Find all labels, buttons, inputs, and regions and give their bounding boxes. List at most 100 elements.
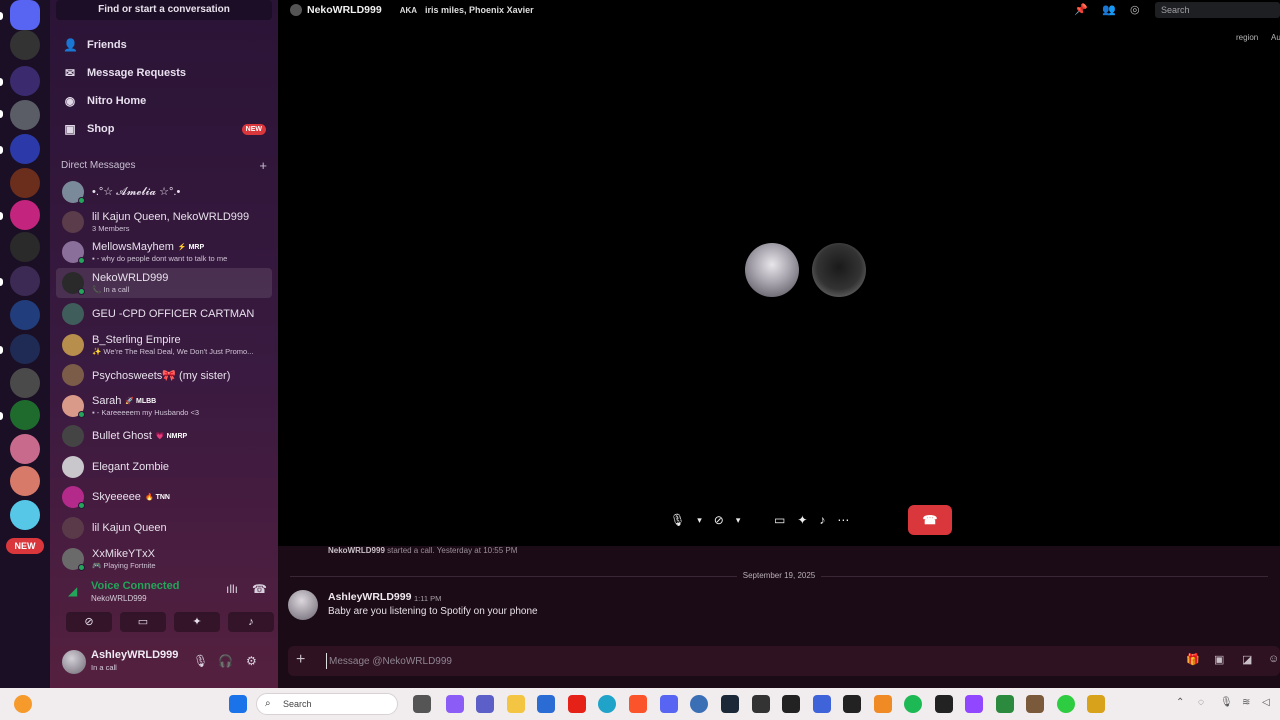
copilot-icon[interactable]: [446, 695, 464, 713]
add-friend-icon[interactable]: 👥: [1102, 3, 1116, 16]
camera-off-icon[interactable]: ⊘: [714, 513, 724, 527]
app-icon[interactable]: [782, 695, 800, 713]
profile-icon[interactable]: ◎: [1130, 3, 1140, 16]
server-icon[interactable]: [10, 232, 40, 262]
app-icon[interactable]: [813, 695, 831, 713]
network-icon[interactable]: ◌: [1198, 697, 1204, 708]
message-avatar[interactable]: [288, 590, 318, 620]
discord-home-icon[interactable]: [10, 0, 40, 30]
dm-item[interactable]: lil Kajun Queen: [56, 513, 272, 543]
voice-status[interactable]: Voice Connected: [91, 580, 179, 592]
file-explorer-icon[interactable]: [507, 695, 525, 713]
server-icon[interactable]: [10, 168, 40, 198]
server-icon[interactable]: [10, 66, 40, 96]
wifi-icon[interactable]: ≋: [1242, 697, 1250, 708]
chevron-down-icon[interactable]: ▾: [697, 515, 702, 526]
dm-item[interactable]: •.°☆ 𝓐𝓶𝓮𝓵𝓲𝓪 ☆°.•: [56, 177, 272, 207]
camera-button[interactable]: ⊘: [66, 612, 112, 632]
activity-button[interactable]: ✦: [174, 612, 220, 632]
participant-avatar[interactable]: [745, 243, 799, 297]
message-author[interactable]: AshleyWRLD999: [328, 591, 411, 603]
dm-item[interactable]: Bullet Ghost 💗 NMRP: [56, 421, 272, 451]
app-icon[interactable]: [874, 695, 892, 713]
attach-icon[interactable]: +: [296, 652, 305, 668]
dm-item[interactable]: lil Kajun Queen, NekoWRLD999 3 Members: [56, 207, 272, 237]
dm-item-selected[interactable]: NekoWRLD999 📞 In a call: [56, 268, 272, 298]
server-icon[interactable]: [10, 500, 40, 530]
widgets-icon[interactable]: [14, 695, 32, 713]
app-icon[interactable]: [752, 695, 770, 713]
minecraft-icon[interactable]: [1026, 695, 1044, 713]
region-value[interactable]: Au: [1271, 33, 1280, 42]
spotify-icon[interactable]: [904, 695, 922, 713]
signal-icon[interactable]: ◢: [68, 584, 77, 598]
taskbar-search[interactable]: ⌕ Search: [256, 693, 398, 715]
settings-icon[interactable]: ⚙: [246, 654, 257, 668]
noise-suppression-icon[interactable]: ıllı: [226, 582, 238, 596]
participant-avatar[interactable]: [812, 243, 866, 297]
chevron-down-icon[interactable]: ▾: [736, 515, 741, 526]
microphone-icon[interactable]: 🎙: [670, 513, 685, 527]
end-call-button[interactable]: ☎: [908, 505, 952, 535]
sticker-icon[interactable]: ◪: [1242, 653, 1252, 666]
voice-channel[interactable]: NekoWRLD999: [91, 594, 147, 603]
task-view-icon[interactable]: [413, 695, 431, 713]
dm-item[interactable]: Elegant Zombie: [56, 452, 272, 482]
dm-item[interactable]: Sarah 🚀 MLBB ▪ - Kareeeeem my Husbando <3: [56, 391, 272, 421]
start-icon[interactable]: [229, 695, 247, 713]
nav-friends[interactable]: 👤 Friends: [56, 32, 272, 58]
pin-icon[interactable]: 📌: [1074, 3, 1088, 16]
steam-icon[interactable]: [721, 695, 739, 713]
chevron-up-icon[interactable]: ⌃: [1176, 697, 1184, 708]
server-icon[interactable]: [10, 134, 40, 164]
microphone-icon[interactable]: 🎙: [1220, 697, 1233, 708]
create-dm-icon[interactable]: +: [259, 159, 267, 174]
screen-share-button[interactable]: ▭: [120, 612, 166, 632]
message-input[interactable]: [326, 653, 1126, 669]
gif-icon[interactable]: ▣: [1214, 653, 1224, 666]
dm-item[interactable]: MellowsMayhem ⚡ MRP ▪ - why do people dont…: [56, 237, 272, 267]
server-icon[interactable]: [10, 30, 40, 60]
server-icon[interactable]: [10, 466, 40, 496]
app-icon[interactable]: [1087, 695, 1105, 713]
screen-share-icon[interactable]: ▭: [774, 513, 785, 527]
more-options-icon[interactable]: ⋯: [837, 513, 849, 527]
app-icon[interactable]: [843, 695, 861, 713]
volume-icon[interactable]: ◁: [1262, 697, 1270, 708]
disconnect-icon[interactable]: ☎: [252, 582, 267, 596]
emoji-icon[interactable]: ☺: [1268, 653, 1279, 665]
dm-item[interactable]: B_Sterling Empire ✨ We're The Real Deal, …: [56, 330, 272, 360]
youtube-icon[interactable]: [568, 695, 586, 713]
app-icon[interactable]: [690, 695, 708, 713]
soundboard-icon[interactable]: ♪: [819, 513, 825, 527]
store-icon[interactable]: [537, 695, 555, 713]
teams-icon[interactable]: [476, 695, 494, 713]
dm-item[interactable]: GEU -CPD OFFICER CARTMAN: [56, 299, 272, 329]
dm-item[interactable]: Psychosweets🎀 (my sister): [56, 360, 272, 390]
microphone-icon[interactable]: 🎙: [193, 654, 208, 668]
user-avatar[interactable]: [62, 650, 86, 674]
server-icon[interactable]: [10, 266, 40, 296]
nav-message-requests[interactable]: ✉ Message Requests: [56, 60, 272, 86]
brave-icon[interactable]: [629, 695, 647, 713]
headphones-icon[interactable]: 🎧: [218, 654, 233, 668]
dm-item[interactable]: Skyeeeee 🔥 TNN: [56, 482, 272, 512]
xbox-icon[interactable]: [935, 695, 953, 713]
activity-icon[interactable]: ✦: [797, 513, 807, 527]
new-servers-badge[interactable]: NEW: [6, 538, 44, 554]
edge-icon[interactable]: [598, 695, 616, 713]
server-icon[interactable]: [10, 300, 40, 330]
app-icon[interactable]: [1057, 695, 1075, 713]
gift-icon[interactable]: 🎁: [1186, 653, 1200, 666]
server-icon[interactable]: [10, 100, 40, 130]
search-input[interactable]: Search: [1155, 2, 1280, 18]
server-icon[interactable]: [10, 434, 40, 464]
server-icon[interactable]: [10, 400, 40, 430]
soundboard-button[interactable]: ♪: [228, 612, 274, 632]
find-conversation-button[interactable]: Find or start a conversation: [56, 0, 272, 20]
app-icon[interactable]: [996, 695, 1014, 713]
server-icon[interactable]: [10, 200, 40, 230]
twitch-icon[interactable]: [965, 695, 983, 713]
user-name[interactable]: AshleyWRLD999: [91, 649, 178, 661]
discord-icon[interactable]: [660, 695, 678, 713]
